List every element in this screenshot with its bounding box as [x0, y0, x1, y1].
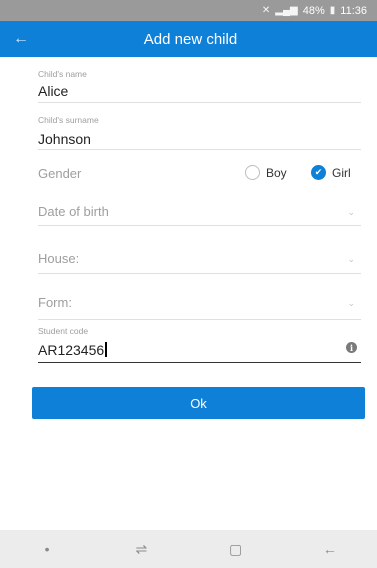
info-icon[interactable]: i	[346, 342, 357, 353]
child-surname-value[interactable]: Johnson	[38, 131, 91, 147]
chevron-down-icon[interactable]: ⌄	[347, 298, 355, 309]
page-title: Add new child	[143, 30, 238, 48]
recent-apps-icon[interactable]: ⇌	[111, 541, 171, 558]
student-code-label: Student code	[38, 326, 89, 336]
form-placeholder: Form:	[38, 295, 72, 310]
battery-percentage: 48%	[302, 4, 325, 17]
radio-checked-icon[interactable]: ✔	[311, 165, 326, 180]
ok-button[interactable]: Ok	[32, 387, 365, 419]
child-name-field[interactable]: Child's name Alice	[38, 65, 361, 103]
house-select[interactable]: House: ⌄	[38, 246, 361, 274]
text-cursor	[105, 342, 107, 357]
date-of-birth-select[interactable]: Date of birth ⌄	[38, 198, 361, 226]
student-code-field[interactable]: Student code AR123456 i	[38, 322, 361, 363]
child-surname-label: Child's surname	[38, 115, 99, 125]
gender-option-girl-label: Girl	[332, 165, 351, 180]
student-code-input[interactable]: AR123456	[38, 342, 107, 358]
child-name-label: Child's name	[38, 69, 87, 79]
dot-icon[interactable]: •	[17, 541, 77, 557]
date-of-birth-placeholder: Date of birth	[38, 204, 109, 219]
home-icon[interactable]: ▢	[206, 541, 266, 558]
battery-icon: ▮	[329, 5, 336, 16]
student-code-value: AR123456	[38, 342, 105, 358]
gender-label: Gender	[38, 166, 82, 181]
back-icon[interactable]: ←	[300, 541, 360, 557]
radio-unchecked-icon[interactable]	[245, 165, 260, 180]
gender-row: Gender Boy ✔ Girl	[38, 158, 361, 188]
status-bar: ✕ ▂▄▆ 48% ▮ 11:36	[0, 0, 377, 21]
app-bar: ← Add new child	[0, 21, 377, 57]
gender-option-boy-label: Boy	[266, 165, 287, 180]
chevron-down-icon[interactable]: ⌄	[347, 254, 355, 265]
signal-icon: ▂▄▆	[275, 5, 298, 16]
gender-option-boy[interactable]: Boy	[245, 165, 287, 180]
gender-option-girl[interactable]: ✔ Girl	[311, 165, 351, 180]
system-nav-bar: • ⇌ ▢ ←	[0, 530, 377, 568]
mute-icon: ✕	[261, 5, 271, 16]
clock: 11:36	[340, 4, 367, 17]
house-placeholder: House:	[38, 251, 80, 266]
child-surname-field[interactable]: Child's surname Johnson	[38, 112, 361, 150]
child-name-value[interactable]: Alice	[38, 83, 68, 99]
chevron-down-icon[interactable]: ⌄	[347, 207, 355, 218]
form-select[interactable]: Form: ⌄	[38, 292, 361, 320]
